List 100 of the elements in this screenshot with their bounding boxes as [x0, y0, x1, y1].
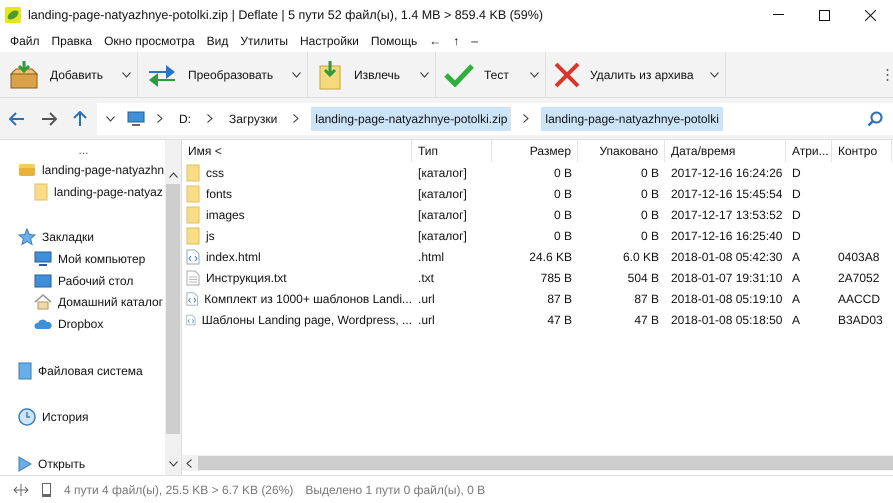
more-options-text[interactable]: ... [78, 140, 88, 159]
table-cell-text: 2018-01-08 05:42:30 [671, 248, 782, 266]
table-cell-text: 2018-01-08 05:19:10 [671, 290, 782, 308]
table-cell-text: A [792, 312, 800, 328]
resize-arrows-icon[interactable] [13, 482, 29, 496]
table-cell-text: [каталог] [418, 206, 467, 224]
menu-item[interactable]: Окно просмотра [98, 30, 201, 52]
sidebar-item[interactable]: Dropbox [58, 314, 104, 333]
dropdown-caret-icon[interactable] [420, 72, 429, 78]
code-file-icon [186, 248, 200, 264]
table-cell-text: .url [418, 290, 435, 308]
scroll-left-icon[interactable] [186, 458, 192, 468]
table-cell-text: A [792, 290, 800, 308]
sidebar-item[interactable]: Закладки [42, 228, 94, 246]
cross-icon [554, 62, 580, 88]
sidebar-item[interactable]: landing-page-natyazhn [42, 161, 164, 180]
file-name[interactable]: css [206, 164, 224, 182]
open-icon [18, 456, 32, 472]
toolbar-button[interactable]: Удалить из архива [546, 54, 698, 94]
menu-item[interactable]: Настройки [294, 30, 365, 52]
bookmarks-icon [18, 228, 36, 246]
file-name[interactable]: Комплект из 1000+ шаблонов Landi... [204, 290, 412, 308]
dropdown-caret-icon[interactable] [122, 72, 131, 78]
menu-item[interactable]: Помощь [364, 30, 424, 52]
toolbar-button[interactable]: Извлечь [308, 54, 404, 94]
column-header[interactable]: Контро [832, 140, 892, 162]
scroll-down-icon[interactable] [168, 461, 178, 467]
history-icon [18, 408, 36, 426]
column-header[interactable]: Упаковано [578, 140, 665, 162]
chevron-down-icon[interactable] [106, 116, 115, 122]
column-header[interactable]: Атри... [786, 140, 832, 162]
menu-item[interactable]: Утилиты [234, 30, 294, 52]
dropdown-caret-icon[interactable] [530, 72, 539, 78]
file-name[interactable]: index.html [206, 248, 261, 266]
table-cell-text: .txt [418, 270, 434, 286]
sidebar-item[interactable]: Файловая система [38, 362, 143, 380]
menu-item[interactable]: Правка [46, 30, 98, 52]
up-arrow-icon[interactable] [73, 110, 87, 126]
toolbar-button[interactable]: Добавить [0, 54, 108, 94]
file-name[interactable]: Инструкция.txt [206, 268, 287, 286]
folder-icon [34, 182, 48, 201]
table-cell-text: 0 B [554, 228, 572, 244]
table-cell-text: D [792, 186, 801, 202]
column-header[interactable]: Дата/время [665, 140, 786, 162]
sidebar-item[interactable]: Открыть [38, 455, 86, 474]
table-cell-text: 0 B [554, 206, 572, 224]
sidebar-item[interactable]: История [42, 408, 89, 426]
file-name[interactable]: js [206, 226, 215, 244]
breadcrumb[interactable]: landing-page-natyazhnye-potolki.zip [311, 106, 512, 130]
menu-item[interactable]: ← [423, 30, 448, 52]
computer-icon[interactable] [127, 110, 145, 126]
code-file-icon [186, 290, 198, 306]
table-cell-text: 0 B [554, 164, 572, 182]
toolbar-button[interactable]: Тест [436, 54, 513, 94]
column-header[interactable]: Тип [412, 140, 492, 162]
table-cell-text: 47 B [634, 312, 659, 328]
text-file-icon [186, 270, 200, 286]
table-cell-text: 2017-12-16 16:24:26 [671, 164, 782, 182]
column-header[interactable]: Имя < [182, 140, 412, 162]
table-cell-text: 785 B [540, 270, 572, 286]
menu-item[interactable]: – [465, 30, 484, 52]
table-cell-text: 2018-01-08 05:18:50 [671, 312, 782, 328]
sidebar-item[interactable]: Домашний каталог [58, 293, 163, 312]
table-cell-text: 2017-12-16 16:25:40 [671, 228, 782, 244]
column-header[interactable]: Размер [492, 140, 578, 162]
chevron-right-icon [157, 114, 163, 123]
table-cell-text: 24.6 KB [529, 248, 572, 266]
back-arrow-icon[interactable] [9, 112, 25, 126]
menu-item[interactable]: Вид [200, 30, 234, 52]
table-cell-text: [каталог] [418, 164, 467, 182]
file-name[interactable]: Шаблоны Landing page, Wordpress, ... [202, 310, 412, 328]
sidebar-item[interactable]: landing-page-natyaz [54, 182, 163, 201]
file-name[interactable]: images [206, 206, 245, 224]
scrollbar-thumb[interactable] [198, 456, 893, 470]
forward-arrow-icon[interactable] [41, 112, 57, 126]
cloud-icon [34, 318, 52, 330]
breadcrumb[interactable]: Загрузки [225, 106, 282, 130]
scrollbar-thumb[interactable] [166, 184, 180, 434]
table-cell-text: [каталог] [418, 228, 467, 244]
table-cell-text: 0 B [554, 186, 572, 202]
breadcrumb[interactable]: landing-page-natyazhnye-potolki [541, 106, 723, 130]
menu-item[interactable]: ↑ [447, 30, 466, 52]
sidebar-item[interactable]: Мой компьютер [58, 250, 146, 268]
dropdown-caret-icon[interactable] [292, 72, 301, 78]
file-name[interactable]: fonts [206, 184, 232, 202]
dropdown-caret-icon[interactable] [710, 72, 719, 78]
folder-icon [186, 206, 200, 224]
sidebar-item[interactable]: Рабочий стол [58, 272, 134, 290]
toolbar-button[interactable]: Преобразовать [138, 54, 278, 94]
table-cell-text: B3AD03 [838, 312, 883, 328]
more-options-icon[interactable] [886, 68, 889, 82]
desktop-icon [34, 274, 52, 288]
app-icon [4, 6, 22, 24]
table-cell-text: 504 B [628, 270, 659, 286]
scroll-up-icon[interactable] [168, 172, 178, 178]
search-icon[interactable] [867, 110, 883, 126]
table-cell-text: 87 B [547, 290, 572, 308]
breadcrumb[interactable]: D: [175, 106, 195, 130]
table-cell-text: .url [418, 312, 435, 328]
menu-item[interactable]: Файл [4, 30, 46, 52]
